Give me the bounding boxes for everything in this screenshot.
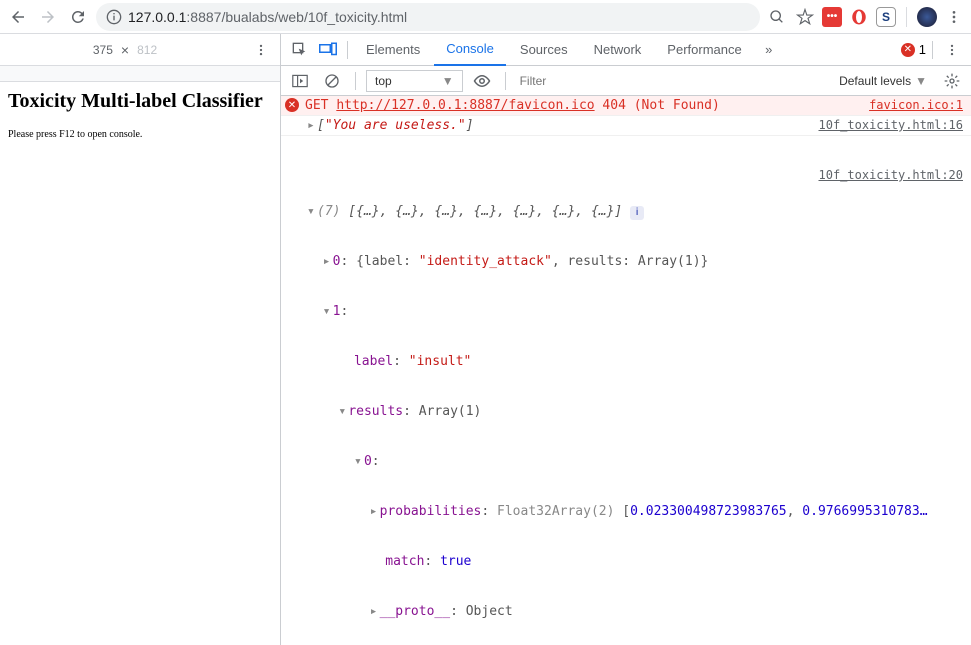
responsive-bar: 375 × 812 — [0, 34, 280, 66]
devtools-tabs: Elements Console Sources Network Perform… — [281, 34, 971, 66]
console-log-row[interactable]: 10f_toxicity.html:20 ▾(7) [{…}, {…}, {…}… — [281, 136, 971, 645]
zoom-icon[interactable] — [766, 6, 788, 28]
devtools-menu-icon[interactable] — [939, 37, 965, 63]
expand-caret-icon[interactable]: ▾ — [323, 302, 333, 322]
tab-elements[interactable]: Elements — [354, 34, 432, 66]
filter-input[interactable] — [516, 70, 827, 92]
bookmark-star-icon[interactable] — [794, 6, 816, 28]
page-area: 375 × 812 Toxicity Multi-label Classifie… — [0, 34, 280, 645]
expand-caret-icon[interactable]: ▸ — [370, 502, 380, 522]
expand-caret-icon[interactable]: ▾ — [307, 202, 317, 222]
console-filter-bar: top▼ Default levels▼ — [281, 66, 971, 96]
profile-avatar-icon[interactable] — [917, 7, 937, 27]
console-sidebar-toggle-icon[interactable] — [287, 68, 313, 94]
devtools-panel: Elements Console Sources Network Perform… — [280, 34, 971, 645]
source-link[interactable]: 10f_toxicity.html:16 — [819, 118, 964, 132]
divider — [906, 7, 907, 27]
console-settings-icon[interactable] — [939, 68, 965, 94]
info-icon[interactable]: i — [630, 206, 644, 220]
tab-network[interactable]: Network — [582, 34, 654, 66]
page-subtitle: Please press F12 to open console. — [8, 129, 272, 140]
inspect-icon[interactable] — [287, 37, 313, 63]
context-selector[interactable]: top▼ — [366, 70, 463, 92]
error-icon: ✕ — [285, 98, 299, 112]
close-dimension-icon[interactable]: × — [121, 42, 129, 58]
tabs-overflow-icon[interactable]: » — [756, 37, 782, 63]
tab-sources[interactable]: Sources — [508, 34, 580, 66]
viewport-width: 375 — [93, 43, 113, 57]
reload-button[interactable] — [66, 5, 90, 29]
extension-s-icon[interactable]: S — [876, 7, 896, 27]
device-toggle-icon[interactable] — [315, 37, 341, 63]
tab-console[interactable]: Console — [434, 34, 506, 66]
error-count: 1 — [919, 42, 926, 57]
page-content: Toxicity Multi-label Classifier Please p… — [0, 82, 280, 148]
expand-caret-icon[interactable]: ▸ — [370, 602, 380, 622]
back-button[interactable] — [6, 5, 30, 29]
browser-toolbar: 127.0.0.1:8887/bualabs/web/10f_toxicity.… — [0, 0, 971, 34]
source-link[interactable]: favicon.ico:1 — [869, 98, 963, 112]
console-log-row[interactable]: ▸["You are useless."] 10f_toxicity.html:… — [281, 116, 971, 136]
log-levels-selector[interactable]: Default levels▼ — [833, 74, 933, 88]
extension-opera-icon[interactable] — [848, 6, 870, 28]
page-title: Toxicity Multi-label Classifier — [8, 90, 272, 113]
expand-caret-icon[interactable]: ▾ — [338, 402, 348, 422]
live-expression-icon[interactable] — [469, 68, 495, 94]
clear-console-icon[interactable] — [319, 68, 345, 94]
error-badge-icon[interactable]: ✕ — [901, 43, 915, 57]
info-icon — [106, 9, 122, 25]
browser-menu-icon[interactable] — [943, 6, 965, 28]
forward-button[interactable] — [36, 5, 60, 29]
url-text: 127.0.0.1:8887/bualabs/web/10f_toxicity.… — [128, 9, 407, 25]
expand-caret-icon[interactable]: ▸ — [307, 118, 317, 133]
page-menu-icon[interactable] — [250, 39, 272, 61]
console-error-row[interactable]: ✕ GET http://127.0.0.1:8887/favicon.ico … — [281, 96, 971, 116]
console-output: ✕ GET http://127.0.0.1:8887/favicon.ico … — [281, 96, 971, 645]
expand-caret-icon[interactable]: ▾ — [354, 452, 364, 472]
url-bar[interactable]: 127.0.0.1:8887/bualabs/web/10f_toxicity.… — [96, 3, 760, 31]
source-link[interactable]: 10f_toxicity.html:20 — [819, 168, 964, 182]
extension-red-icon[interactable]: ••• — [822, 7, 842, 27]
tab-performance[interactable]: Performance — [655, 34, 753, 66]
viewport-height: 812 — [137, 43, 157, 57]
expand-caret-icon[interactable]: ▸ — [323, 252, 333, 272]
